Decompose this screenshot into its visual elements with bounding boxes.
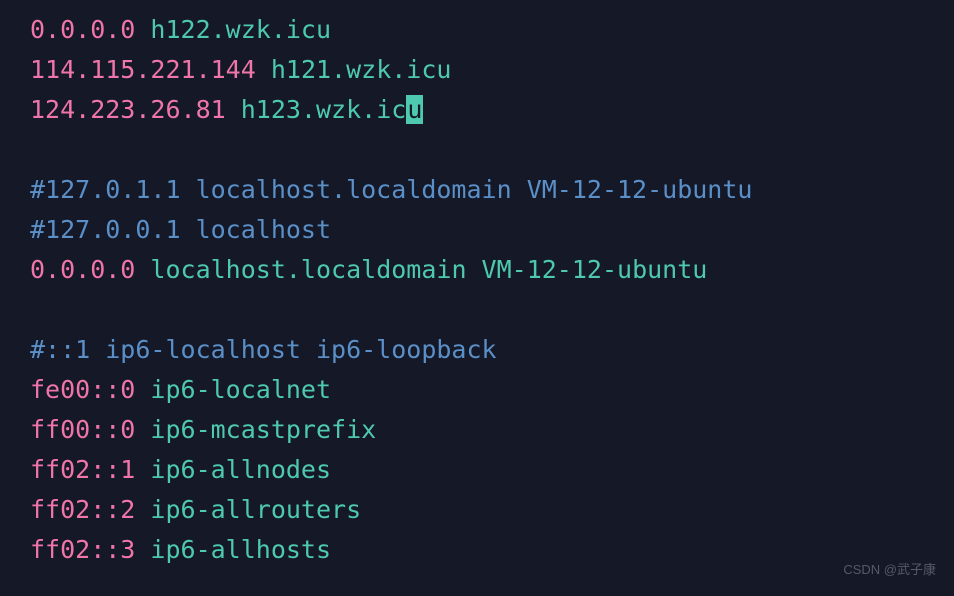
editor-line[interactable]: 0.0.0.0 localhost.localdomain VM-12-12-u… [30,250,924,290]
editor-line[interactable]: #127.0.1.1 localhost.localdomain VM-12-1… [30,170,924,210]
ip-address: 114.115.221.144 [30,55,256,84]
hostname: ip6-mcastprefix [150,415,376,444]
hostname: ip6-allrouters [150,495,361,524]
editor-line[interactable]: ff02::1 ip6-allnodes [30,450,924,490]
hostname: h122.wzk.icu [150,15,331,44]
comment-text: #127.0.1.1 localhost.localdomain VM-12-1… [30,175,752,204]
watermark: CSDN @武子康 [843,550,936,590]
editor-line[interactable]: #127.0.0.1 localhost [30,210,924,250]
editor-line[interactable]: ff02::3 ip6-allhosts [30,530,924,570]
comment-text: #127.0.0.1 localhost [30,215,331,244]
hostname: h121.wzk.icu [271,55,452,84]
editor-line[interactable]: ff00::0 ip6-mcastprefix [30,410,924,450]
ip-address: ff02::1 [30,455,135,484]
ip-address: 124.223.26.81 [30,95,226,124]
editor-line[interactable]: 114.115.221.144 h121.wzk.icu [30,50,924,90]
ip-address: 0.0.0.0 [30,15,135,44]
hostname: ip6-localnet [150,375,331,404]
hostname: ip6-allhosts [150,535,331,564]
hostname: ip6-allnodes [150,455,331,484]
ip-address: ff00::0 [30,415,135,444]
hostname: h123.wzk.ic [241,95,407,124]
ip-address: fe00::0 [30,375,135,404]
ip-address: 0.0.0.0 [30,255,135,284]
ip-address: ff02::3 [30,535,135,564]
editor-line[interactable]: 124.223.26.81 h123.wzk.icu [30,90,924,130]
hostname: localhost.localdomain VM-12-12-ubuntu [150,255,707,284]
comment-text: #::1 ip6-localhost ip6-loopback [30,335,497,364]
editor-line[interactable] [30,130,924,170]
hosts-file-content[interactable]: 0.0.0.0 h122.wzk.icu114.115.221.144 h121… [30,10,924,570]
editor-line[interactable]: 0.0.0.0 h122.wzk.icu [30,10,924,50]
editor-line[interactable]: ff02::2 ip6-allrouters [30,490,924,530]
cursor: u [406,95,423,124]
ip-address: ff02::2 [30,495,135,524]
editor-line[interactable]: #::1 ip6-localhost ip6-loopback [30,330,924,370]
editor-line[interactable] [30,290,924,330]
editor-line[interactable]: fe00::0 ip6-localnet [30,370,924,410]
